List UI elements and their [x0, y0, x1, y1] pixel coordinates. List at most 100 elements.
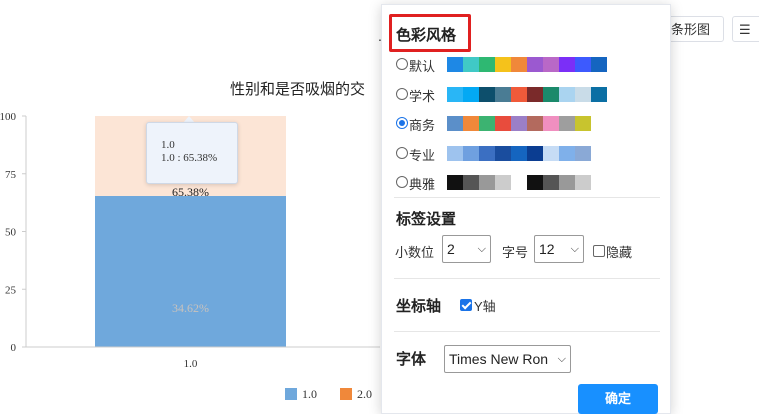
y-tick-label: 0: [11, 342, 17, 354]
palette-radio[interactable]: [396, 176, 408, 188]
palette-swatch: [463, 86, 479, 102]
tooltip-title: 1.0: [161, 139, 175, 151]
palette-swatch: [447, 57, 463, 72]
chevron-down-icon: ⌵: [477, 243, 486, 255]
palette-swatch: [575, 57, 591, 72]
palette-label[interactable]: 典雅: [409, 174, 435, 193]
palette-swatch: [495, 116, 511, 131]
font-title: 字体: [396, 351, 427, 368]
palette-swatch: [559, 175, 575, 190]
palette-label[interactable]: 商务: [409, 115, 435, 134]
palette-swatches[interactable]: [447, 86, 607, 102]
decimal-label: 小数位: [395, 245, 435, 260]
chart-title: 性别和是否吸烟的交: [230, 80, 365, 98]
palette-swatch: [527, 145, 543, 161]
palette-swatch: [495, 57, 511, 72]
palette-swatches[interactable]: [447, 57, 607, 72]
y-axis-label[interactable]: Y轴: [474, 296, 496, 315]
divider-2: [394, 278, 660, 279]
chart-settings-panel: 色彩风格 标签设置 小数位 2 ⌵ 字号 12 ⌵ 隐藏 坐标轴 Y轴 字体 T…: [381, 4, 671, 414]
palette-swatch: [511, 57, 527, 72]
palette-swatch: [479, 175, 495, 190]
palette-swatch: [591, 175, 607, 190]
bar-segment[interactable]: [95, 195, 286, 347]
hide-checkbox[interactable]: [593, 245, 605, 257]
palette-swatch: [511, 116, 527, 131]
palette-label[interactable]: 专业: [409, 145, 435, 164]
palette-swatch: [511, 86, 527, 102]
chevron-down-icon: ⌵: [570, 243, 579, 255]
palette-swatch: [575, 116, 591, 131]
palette-swatch: [543, 116, 559, 131]
palette-swatch: [559, 145, 575, 161]
palette-swatches[interactable]: [447, 145, 607, 161]
legend-swatch-2[interactable]: [340, 388, 352, 400]
palette-swatch: [447, 175, 463, 190]
palette-swatch: [495, 145, 511, 161]
confirm-button[interactable]: 确定: [578, 384, 658, 414]
y-tick-label: 25: [5, 284, 17, 296]
palette-swatch: [575, 175, 591, 190]
palette-label[interactable]: 默认: [409, 56, 435, 75]
palette-swatch: [479, 86, 495, 102]
palette-swatch: [527, 175, 543, 190]
palette-swatch: [591, 116, 607, 131]
palette-swatch: [559, 57, 575, 72]
data-label: 34.62%: [172, 301, 209, 315]
palette-swatch: [495, 86, 511, 102]
palette-label[interactable]: 学术: [409, 86, 435, 105]
palette-swatch: [575, 86, 591, 102]
palette-swatch: [463, 116, 479, 131]
palette-swatch: [463, 57, 479, 72]
decimal-value: 2: [447, 241, 455, 257]
hide-label[interactable]: 隐藏: [606, 242, 632, 261]
y-tick-label: 50: [5, 227, 17, 239]
palette-swatch: [543, 175, 559, 190]
palette-swatch: [543, 145, 559, 161]
chevron-down-icon: ⌵: [557, 353, 566, 365]
font-size-value: 12: [539, 241, 555, 257]
palette-swatch: [527, 116, 543, 131]
palette-swatch: [527, 57, 543, 72]
y-tick-label: 100: [0, 111, 17, 123]
palette-swatch: [511, 175, 527, 190]
palette-swatch: [591, 57, 607, 72]
legend-label-2[interactable]: 2.0: [357, 387, 372, 402]
palette-radio[interactable]: [396, 58, 408, 70]
palette-radio[interactable]: [396, 117, 408, 129]
axis-title: 坐标轴: [396, 298, 442, 315]
palette-swatches[interactable]: [447, 175, 607, 190]
palette-swatch: [479, 145, 495, 161]
palette-radio[interactable]: [396, 87, 408, 100]
palette-swatch: [479, 116, 495, 131]
y-axis: 0 25 50 75 100: [0, 111, 27, 354]
tooltip-value: 1.0 : 65.38%: [161, 152, 218, 164]
font-family-value: Times New Ron: [449, 351, 549, 367]
palette-swatches[interactable]: [447, 116, 607, 131]
palette-swatch: [559, 116, 575, 131]
palette-swatch: [447, 86, 463, 102]
y-tick-label: 75: [5, 169, 17, 181]
palette-swatch: [559, 86, 575, 102]
palette-swatch: [447, 145, 463, 161]
font-size-label: 字号: [502, 245, 529, 260]
font-family-select[interactable]: Times New Ron ⌵: [444, 345, 571, 373]
legend-label-1[interactable]: 1.0: [302, 387, 317, 402]
decimal-select[interactable]: 2 ⌵: [442, 235, 491, 263]
divider-1: [394, 197, 660, 198]
palette-swatch: [495, 175, 511, 190]
palette-radio[interactable]: [396, 146, 408, 159]
y-axis-checkbox[interactable]: [460, 299, 472, 311]
data-label: 65.38%: [172, 185, 209, 199]
palette-swatch: [591, 86, 607, 102]
label-settings-title: 标签设置: [396, 211, 457, 228]
legend-swatch-1[interactable]: [285, 388, 297, 400]
palette-swatch: [479, 57, 495, 72]
font-size-select[interactable]: 12 ⌵: [534, 235, 584, 263]
palette-swatch: [447, 116, 463, 131]
palette-swatch: [527, 86, 543, 102]
palette-swatch: [463, 175, 479, 190]
chart-tooltip: 1.0 1.0 : 65.38%: [146, 122, 238, 184]
divider-3: [394, 331, 660, 332]
color-style-title: 色彩风格: [396, 27, 457, 44]
